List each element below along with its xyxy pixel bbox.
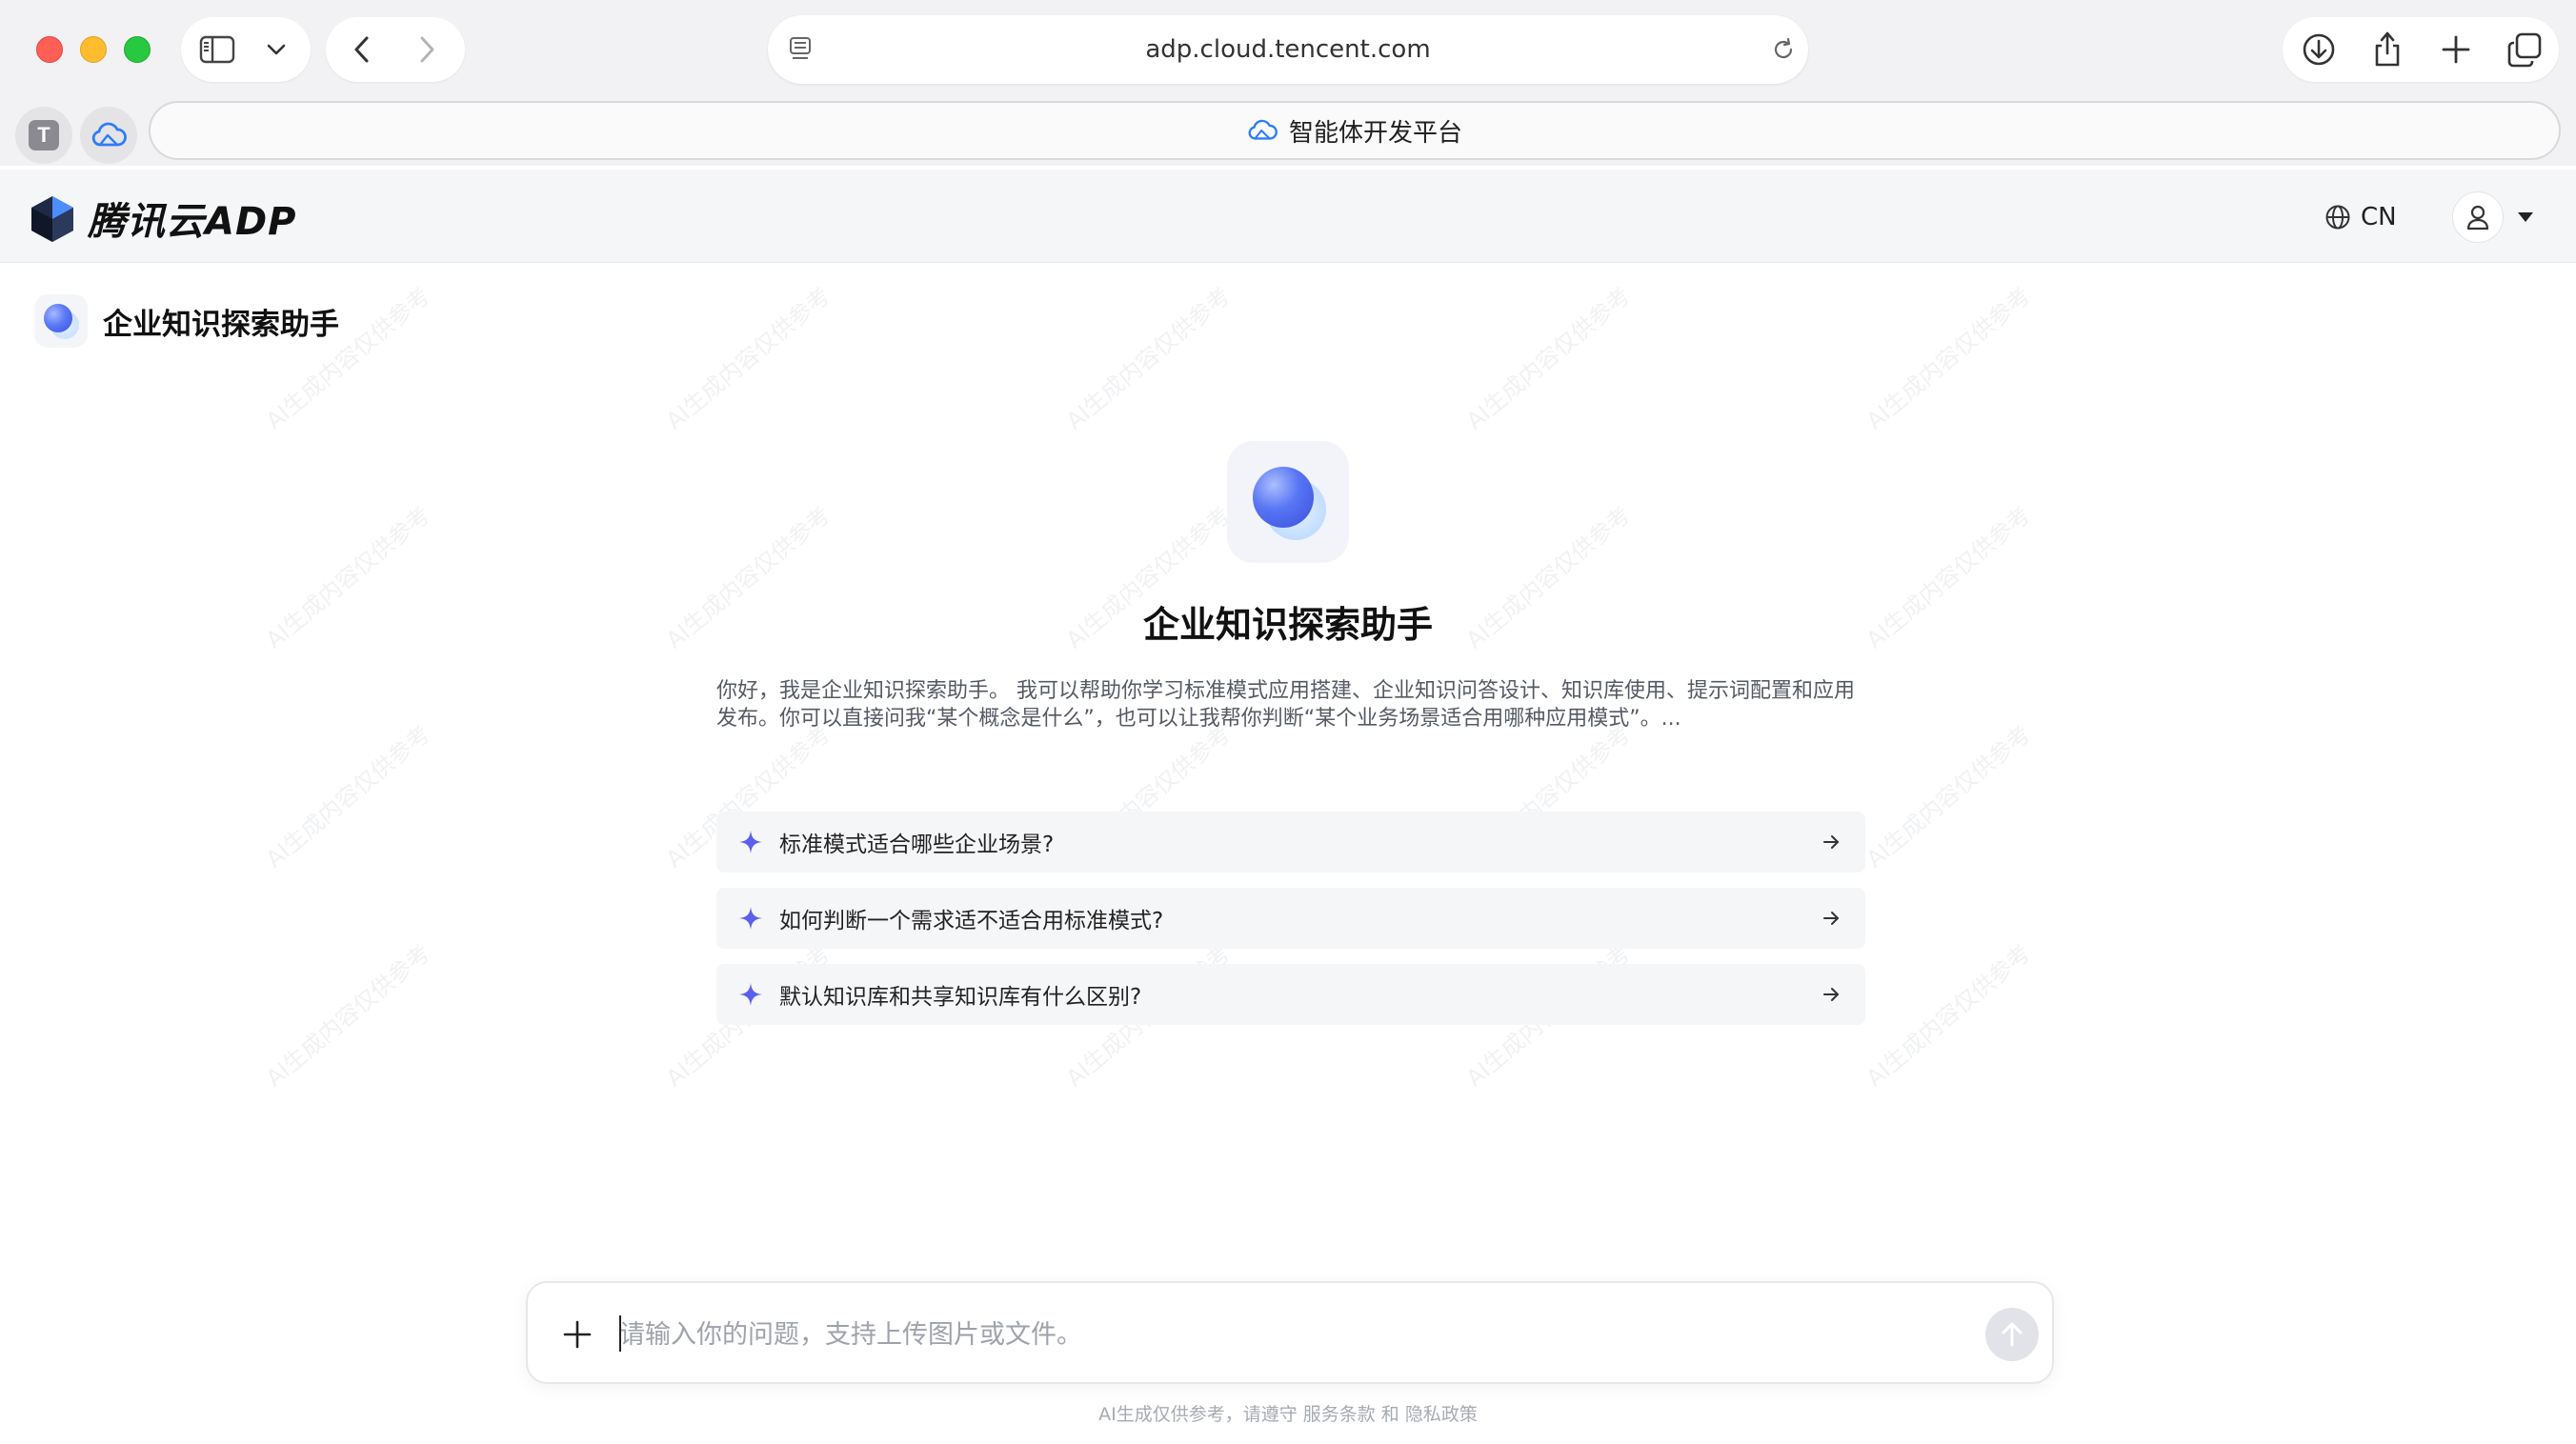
agent-name: 企业知识探索助手	[103, 307, 339, 342]
avatar[interactable]	[2452, 191, 2504, 243]
language-switcher[interactable]: CN	[2324, 196, 2397, 238]
hero-description: 你好，我是企业知识探索助手。 我可以帮助你学习标准模式应用搭建、企业知识问答设计…	[716, 679, 1855, 731]
chat-composer	[526, 1281, 2054, 1384]
browser-window: adp.cloud.tencent.com T 智能体开发平台 腾讯云ADP C…	[0, 0, 2576, 1444]
globe-icon	[2325, 205, 2350, 230]
send-button[interactable]	[1985, 1308, 2039, 1361]
close-window-button[interactable]	[36, 36, 63, 63]
browser-toolbar: adp.cloud.tencent.com	[0, 0, 2576, 99]
agent-avatar-icon	[34, 294, 88, 348]
watermark: AI生成内容仅供参考	[260, 939, 435, 1093]
url-text: adp.cloud.tencent.com	[1145, 35, 1431, 64]
chat-main: AI生成内容仅供参考 AI生成内容仅供参考 AI生成内容仅供参考 AI生成内容仅…	[6, 264, 2570, 1437]
chat-input[interactable]	[619, 1310, 1934, 1359]
sparkle-icon	[737, 829, 764, 855]
hero-title: 企业知识探索助手	[1142, 604, 1433, 646]
pinned-tab-cloud[interactable]	[80, 107, 137, 164]
suggestion-label: 默认知识库和共享知识库有什么区别?	[779, 985, 1142, 1010]
sidebar-icon[interactable]	[198, 32, 236, 67]
reload-icon[interactable]	[1766, 32, 1801, 67]
language-label: CN	[2361, 203, 2397, 231]
watermark: AI生成内容仅供参考	[660, 282, 835, 435]
cloud-icon	[1248, 119, 1278, 140]
arrow-right-icon	[1818, 829, 1844, 855]
caret-down-icon[interactable]	[2517, 211, 2534, 223]
text-caret	[619, 1315, 621, 1352]
sparkle-icon	[737, 905, 764, 932]
downloads-icon[interactable]	[2292, 23, 2345, 76]
watermark: AI生成内容仅供参考	[1861, 282, 2036, 435]
pinned-tab-t[interactable]: T	[15, 107, 72, 164]
sparkle-icon	[737, 981, 764, 1008]
new-tab-icon[interactable]	[2429, 23, 2483, 76]
adp-logo-icon	[31, 196, 73, 242]
watermark: AI生成内容仅供参考	[1460, 282, 1636, 435]
zoom-window-button[interactable]	[124, 36, 151, 63]
arrow-right-icon	[1818, 905, 1844, 932]
user-icon	[2466, 205, 2489, 231]
suggestion-item[interactable]: 如何判断一个需求适不适合用标准模式?	[716, 888, 1865, 949]
footer-disclaimer: AI生成仅供参考，请遵守 服务条款 和 隐私政策	[1098, 1404, 1478, 1425]
browser-actions	[2283, 17, 2559, 82]
app-header: 腾讯云ADP CN	[0, 170, 2576, 263]
pinned-tab-letter: T	[29, 120, 59, 150]
attach-button[interactable]	[551, 1308, 604, 1361]
watermark: AI生成内容仅供参考	[1060, 282, 1236, 435]
suggestion-label: 如何判断一个需求适不适合用标准模式?	[779, 909, 1164, 933]
tab-overview-icon[interactable]	[2498, 23, 2551, 76]
navigation-group	[326, 17, 465, 82]
suggestion-item[interactable]: 默认知识库和共享知识库有什么区别?	[716, 964, 1865, 1025]
cloud-icon	[91, 122, 127, 147]
address-bar[interactable]: adp.cloud.tencent.com	[768, 15, 1808, 84]
agent-header: 企业知识探索助手	[34, 292, 339, 350]
watermark: AI生成内容仅供参考	[1861, 720, 2036, 873]
watermark: AI生成内容仅供参考	[260, 720, 435, 873]
back-icon[interactable]	[341, 30, 381, 69]
watermark: AI生成内容仅供参考	[1861, 939, 2036, 1093]
arrow-right-icon	[1818, 981, 1844, 1008]
chevron-down-icon[interactable]	[257, 36, 295, 63]
brand-logo[interactable]: 腾讯云ADP	[29, 192, 296, 244]
suggestion-item[interactable]: 标准模式适合哪些企业场景?	[716, 812, 1865, 872]
active-tab[interactable]: 智能体开发平台	[149, 101, 2561, 160]
suggestion-label: 标准模式适合哪些企业场景?	[779, 832, 1055, 857]
forward-icon[interactable]	[408, 30, 448, 69]
logo-text: 腾讯云ADP	[88, 200, 297, 244]
plus-icon	[563, 1320, 592, 1349]
user-menu[interactable]	[2452, 191, 2534, 244]
sidebar-toggle-group	[181, 17, 311, 82]
active-tab-title: 智能体开发平台	[1288, 118, 1462, 148]
arrow-up-icon	[2002, 1322, 2023, 1347]
minimize-window-button[interactable]	[80, 36, 107, 63]
share-icon[interactable]	[2361, 23, 2414, 76]
hero-agent-icon	[1227, 441, 1349, 563]
